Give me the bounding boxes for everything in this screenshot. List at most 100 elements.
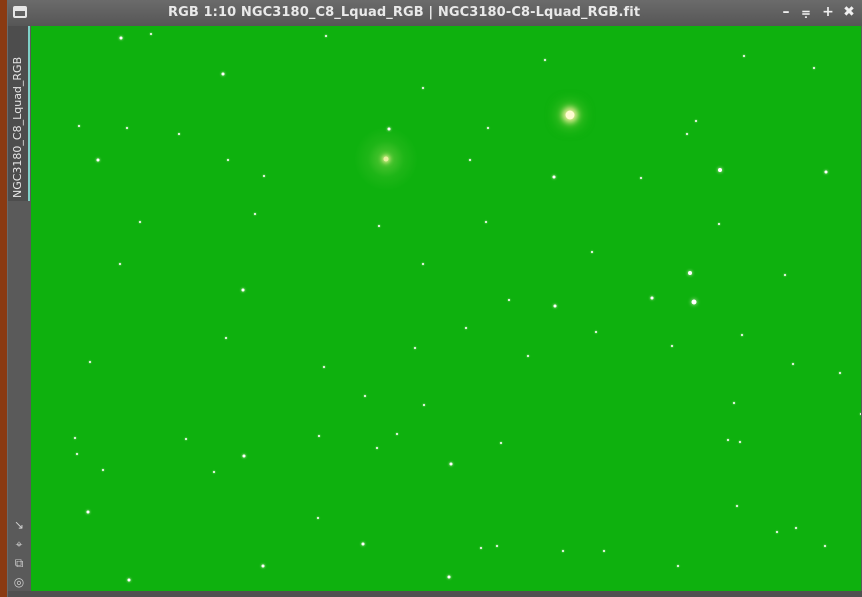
star-point xyxy=(718,168,722,172)
fit-view-icon[interactable]: ⌖ xyxy=(10,535,28,553)
pixinsight-workspace: RGB 1:10 NGC3180_C8_Lquad_RGB | NGC3180-… xyxy=(0,0,862,597)
star-point xyxy=(603,550,605,552)
view-identifier-tab[interactable]: NGC3180_C8_Lquad_RGB xyxy=(8,26,30,201)
star-point xyxy=(102,469,104,471)
star-point xyxy=(325,35,327,37)
target-icon[interactable]: ◎ xyxy=(10,573,28,591)
star-point xyxy=(776,531,778,533)
maximize-button[interactable]: + xyxy=(821,5,835,19)
star-point xyxy=(361,542,365,546)
star-point xyxy=(741,334,743,336)
star-point xyxy=(496,545,498,547)
view-identifier-label: NGC3180_C8_Lquad_RGB xyxy=(11,56,24,198)
image-canvas[interactable] xyxy=(31,26,861,591)
star-point xyxy=(76,453,78,455)
star-point xyxy=(263,175,265,177)
star-point xyxy=(318,435,320,437)
shade-button[interactable]: ⩦ xyxy=(799,5,813,19)
star-point xyxy=(414,347,416,349)
star-point xyxy=(78,125,80,127)
star-point xyxy=(127,578,131,582)
star-point xyxy=(139,221,141,223)
star-point xyxy=(447,575,451,579)
star-point xyxy=(591,251,593,253)
star-point xyxy=(396,433,398,435)
star-point xyxy=(480,547,482,549)
image-window[interactable]: RGB 1:10 NGC3180_C8_Lquad_RGB | NGC3180-… xyxy=(7,0,862,597)
window-title: RGB 1:10 NGC3180_C8_Lquad_RGB | NGC3180-… xyxy=(168,5,641,20)
star-point xyxy=(422,87,424,89)
resize-arrow-icon[interactable]: ↘ xyxy=(10,516,28,534)
star-point xyxy=(74,437,76,439)
star-point xyxy=(449,462,453,466)
star-point xyxy=(739,441,741,443)
star-point xyxy=(150,33,152,35)
star-point xyxy=(508,299,510,301)
star-point xyxy=(553,304,557,308)
star-point xyxy=(695,120,697,122)
star-point xyxy=(225,337,227,339)
star-point xyxy=(650,296,654,300)
star-point xyxy=(686,133,688,135)
star-point xyxy=(795,527,797,529)
star-point xyxy=(242,454,246,458)
window-menu-icon[interactable] xyxy=(13,6,27,18)
desktop-edge xyxy=(0,0,7,597)
star-point xyxy=(839,372,841,374)
window-bottom-border xyxy=(8,591,862,597)
view-tools: ↘ ⌖ ⧉ ◎ xyxy=(10,516,28,592)
star-point xyxy=(500,442,502,444)
star-point xyxy=(677,565,679,567)
star-point xyxy=(422,263,424,265)
star-point xyxy=(743,55,745,57)
star-point xyxy=(727,439,729,441)
star-point xyxy=(261,564,265,568)
star-point xyxy=(527,355,529,357)
star-point xyxy=(824,170,828,174)
star-point xyxy=(423,404,425,406)
star-point xyxy=(317,517,319,519)
star-point xyxy=(221,72,225,76)
star-point xyxy=(688,271,692,275)
star-point xyxy=(323,366,325,368)
star-point xyxy=(126,127,128,129)
window-titlebar[interactable]: RGB 1:10 NGC3180_C8_Lquad_RGB | NGC3180-… xyxy=(8,0,862,26)
star-point xyxy=(241,288,245,292)
bright-star xyxy=(565,110,575,120)
star-point xyxy=(733,402,735,404)
star-point xyxy=(86,510,90,514)
star-point xyxy=(378,225,380,227)
star-point xyxy=(469,159,471,161)
star-point xyxy=(640,177,642,179)
star-point xyxy=(96,158,100,162)
star-point xyxy=(784,274,786,276)
star-point xyxy=(860,413,861,415)
star-point xyxy=(718,223,720,225)
star-point xyxy=(178,133,180,135)
star-point xyxy=(813,67,815,69)
star-point xyxy=(671,345,673,347)
star-point xyxy=(544,59,546,61)
star-point xyxy=(213,471,215,473)
star-point xyxy=(119,263,121,265)
star-point xyxy=(254,213,256,215)
star-point xyxy=(487,127,489,129)
close-button[interactable]: ✖ xyxy=(842,5,856,19)
star-point xyxy=(485,221,487,223)
star-point xyxy=(736,505,738,507)
star-point xyxy=(227,159,229,161)
star-point xyxy=(824,545,826,547)
star-point xyxy=(552,175,556,179)
clone-view-icon[interactable]: ⧉ xyxy=(10,554,28,572)
star-point xyxy=(185,438,187,440)
star-point xyxy=(364,395,366,397)
minimize-button[interactable]: – xyxy=(779,5,793,19)
star-point xyxy=(376,447,378,449)
star-point xyxy=(562,550,564,552)
star-point xyxy=(792,363,794,365)
star-point xyxy=(89,361,91,363)
star-point xyxy=(691,299,697,305)
galaxy-core xyxy=(383,156,389,162)
star-point xyxy=(119,36,123,40)
star-point xyxy=(595,331,597,333)
